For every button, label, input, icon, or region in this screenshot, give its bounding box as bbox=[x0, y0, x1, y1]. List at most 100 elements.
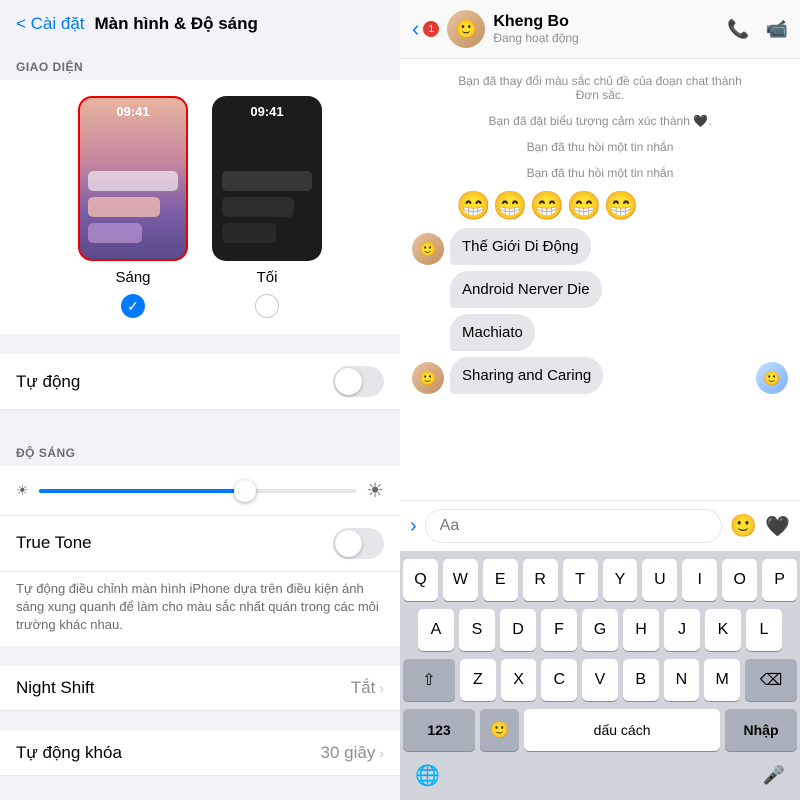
key-enter[interactable]: Nhập bbox=[725, 709, 797, 751]
message-input-row: › 🙂 🖤 bbox=[400, 500, 800, 551]
key-n[interactable]: N bbox=[664, 659, 700, 701]
avatar[interactable]: 🙂 bbox=[447, 10, 485, 48]
emoji-1: 😁 bbox=[456, 189, 491, 222]
night-shift-row[interactable]: Night Shift Tắt › bbox=[0, 666, 400, 711]
key-q[interactable]: Q bbox=[403, 559, 438, 601]
key-h[interactable]: H bbox=[623, 609, 659, 651]
section-header-do-sang: ĐỘ SÁNG bbox=[0, 430, 400, 466]
theme-light-preview[interactable]: 09:41 bbox=[78, 96, 188, 261]
key-j[interactable]: J bbox=[664, 609, 700, 651]
bubble-row-3: Machiato bbox=[412, 314, 788, 351]
keyboard-bottom-row: 🌐 🎤 bbox=[403, 759, 797, 796]
key-l[interactable]: L bbox=[746, 609, 782, 651]
key-c[interactable]: C bbox=[541, 659, 577, 701]
bubble-row-1: 🙂 Thế Giới Di Động bbox=[412, 228, 788, 265]
emoji-4: 😁 bbox=[567, 189, 602, 222]
key-r[interactable]: R bbox=[523, 559, 558, 601]
key-v[interactable]: V bbox=[582, 659, 618, 701]
bubble-row-4: 🙂 Sharing and Caring 🙂 bbox=[412, 357, 788, 394]
light-preview-bars bbox=[88, 171, 178, 243]
expand-button[interactable]: › bbox=[410, 515, 417, 538]
heart-icon[interactable]: 🖤 bbox=[765, 514, 790, 539]
night-shift-label: Night Shift bbox=[16, 678, 94, 698]
video-icon[interactable]: 📹 bbox=[766, 19, 788, 40]
key-g[interactable]: G bbox=[582, 609, 618, 651]
brightness-slider-row: ☀ ☀ bbox=[16, 478, 384, 503]
brightness-slider[interactable] bbox=[39, 489, 357, 493]
messenger-panel: ‹ 1 🙂 Kheng Bo Đang hoạt động 📞 📹 Bạn đã… bbox=[400, 0, 800, 800]
message-header: ‹ 1 🙂 Kheng Bo Đang hoạt động 📞 📹 bbox=[400, 0, 800, 59]
tu-dong-khoa-row[interactable]: Tự động khóa 30 giây › bbox=[0, 731, 400, 776]
separator-3 bbox=[0, 646, 400, 666]
separator-2 bbox=[0, 410, 400, 430]
msg-back-button[interactable]: ‹ bbox=[412, 16, 419, 42]
theme-dark-preview[interactable]: 09:41 bbox=[212, 96, 322, 261]
key-b[interactable]: B bbox=[623, 659, 659, 701]
key-x[interactable]: X bbox=[501, 659, 537, 701]
emoji-picker-icon[interactable]: 🙂 bbox=[730, 513, 757, 539]
emoji-3: 😁 bbox=[530, 189, 565, 222]
key-d[interactable]: D bbox=[500, 609, 536, 651]
theme-dark-check[interactable] bbox=[255, 294, 279, 318]
phone-icon[interactable]: 📞 bbox=[727, 19, 749, 40]
chevron-icon: › bbox=[379, 680, 384, 696]
night-shift-value: Tắt bbox=[351, 678, 376, 698]
sun-icon-small: ☀ bbox=[16, 482, 29, 499]
message-body: Bạn đã thay đổi màu sắc chủ đề của đoạn … bbox=[400, 59, 800, 500]
key-w[interactable]: W bbox=[443, 559, 478, 601]
night-shift-right: Tắt › bbox=[351, 678, 384, 698]
key-t[interactable]: T bbox=[563, 559, 598, 601]
key-delete[interactable]: ⌫ bbox=[745, 659, 797, 701]
keyboard: Q W E R T Y U I O P A S D F G H J K L ⇧ … bbox=[400, 551, 800, 800]
tu-dong-row: Tự động bbox=[0, 354, 400, 410]
key-emoji[interactable]: 🙂 bbox=[480, 709, 519, 751]
mic-icon[interactable]: 🎤 bbox=[755, 761, 793, 790]
bubble-row-2: Android Nerver Die bbox=[412, 271, 788, 308]
key-s[interactable]: S bbox=[459, 609, 495, 651]
key-i[interactable]: I bbox=[682, 559, 717, 601]
bubble-1: Thế Giới Di Động bbox=[450, 228, 591, 265]
light-bar-3 bbox=[88, 223, 142, 243]
key-123[interactable]: 123 bbox=[403, 709, 475, 751]
theme-light-item[interactable]: 09:41 Sáng ✓ bbox=[78, 96, 188, 318]
system-msg-2: Bạn đã đặt biểu tượng cảm xúc thành 🖤. bbox=[412, 111, 788, 131]
key-m[interactable]: M bbox=[704, 659, 740, 701]
key-o[interactable]: O bbox=[722, 559, 757, 601]
system-msg-4: Bạn đã thu hồi một tin nhắn bbox=[412, 163, 788, 183]
tu-dong-toggle[interactable] bbox=[333, 366, 384, 397]
key-e[interactable]: E bbox=[483, 559, 518, 601]
separator-1 bbox=[0, 334, 400, 354]
theme-dark-label: Tối bbox=[257, 269, 278, 286]
key-y[interactable]: Y bbox=[603, 559, 638, 601]
message-input[interactable] bbox=[425, 509, 722, 543]
true-tone-desc: Tự động điều chỉnh màn hình iPhone dựa t… bbox=[0, 572, 400, 647]
keyboard-row-3: ⇧ Z X C V B N M ⌫ bbox=[403, 659, 797, 701]
notification-badge: 1 bbox=[423, 21, 439, 37]
key-p[interactable]: P bbox=[762, 559, 797, 601]
key-u[interactable]: U bbox=[642, 559, 677, 601]
key-a[interactable]: A bbox=[418, 609, 454, 651]
contact-status: Đang hoạt động bbox=[493, 31, 719, 45]
theme-dark-item[interactable]: 09:41 Tối bbox=[212, 96, 322, 318]
globe-icon[interactable]: 🌐 bbox=[407, 759, 448, 792]
dark-bar-3 bbox=[222, 223, 276, 243]
bubble-3: Machiato bbox=[450, 314, 535, 351]
key-z[interactable]: Z bbox=[460, 659, 496, 701]
key-shift[interactable]: ⇧ bbox=[403, 659, 455, 701]
true-tone-row: True Tone bbox=[0, 516, 400, 572]
theme-light-check[interactable]: ✓ bbox=[121, 294, 145, 318]
true-tone-toggle[interactable] bbox=[333, 528, 384, 559]
dark-bar-2 bbox=[222, 197, 294, 217]
back-button[interactable]: < Cài đặt bbox=[16, 14, 85, 34]
key-space[interactable]: dấu cách bbox=[524, 709, 720, 751]
system-msg-1: Bạn đã thay đổi màu sắc chủ đề của đoạn … bbox=[412, 71, 788, 105]
key-k[interactable]: K bbox=[705, 609, 741, 651]
bubble-2: Android Nerver Die bbox=[450, 271, 602, 308]
emoji-row: 😁 😁 😁 😁 😁 bbox=[456, 189, 788, 222]
brightness-section: ☀ ☀ bbox=[0, 466, 400, 515]
light-preview-time: 09:41 bbox=[80, 104, 186, 119]
light-bar-2 bbox=[88, 197, 160, 217]
brightness-thumb[interactable] bbox=[234, 480, 256, 502]
key-f[interactable]: F bbox=[541, 609, 577, 651]
true-tone-toggle-thumb bbox=[335, 530, 362, 557]
